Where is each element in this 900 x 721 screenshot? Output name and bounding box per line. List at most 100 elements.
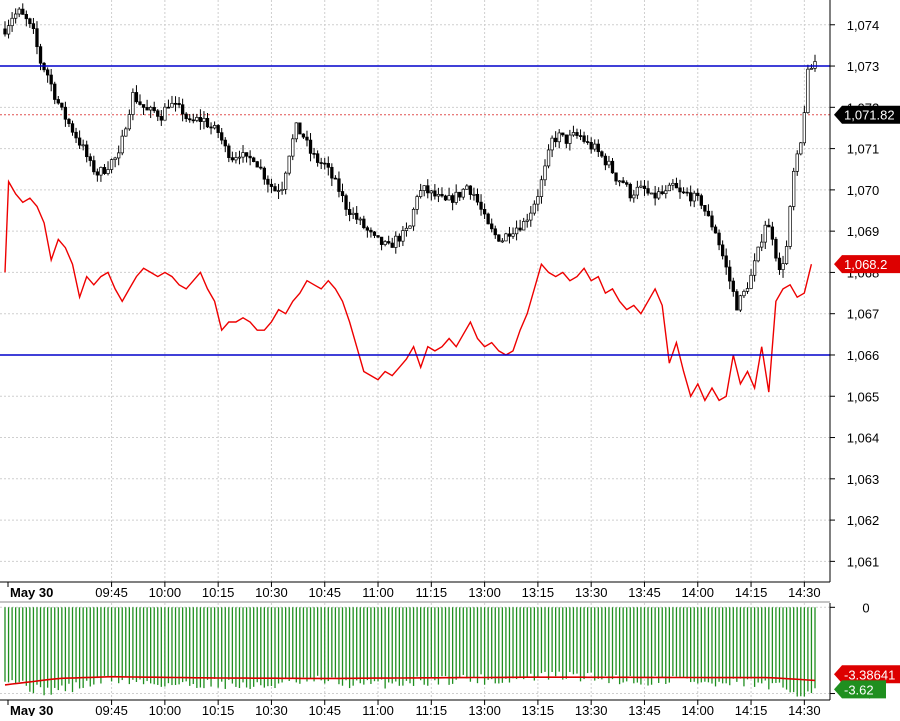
candle-body-down	[724, 255, 728, 268]
candle-body-down	[706, 210, 711, 217]
osc-x-tick-label: 11:15	[416, 703, 448, 716]
candle-body-down	[92, 160, 96, 173]
candle-body-down	[38, 46, 43, 64]
candle-body-down	[166, 106, 171, 109]
candle-body-down	[156, 110, 160, 117]
candle-body-down	[63, 106, 68, 120]
candle-body-up	[411, 208, 416, 227]
candle-body-down	[273, 186, 277, 192]
candle-body-down	[720, 244, 725, 257]
candle-body-down	[191, 119, 195, 122]
candle-body-down	[255, 161, 259, 168]
candle-body-up	[671, 182, 675, 186]
candle-body-up	[106, 169, 110, 174]
candle-body-up	[202, 117, 206, 122]
candle-body-up	[546, 149, 551, 167]
candle-body-up	[617, 180, 622, 183]
candle-body-down	[244, 152, 249, 157]
candle-body-down	[497, 234, 501, 242]
candle	[298, 122, 302, 135]
candle-body-down	[145, 107, 149, 111]
candle-body-down	[70, 123, 75, 133]
osc-x-tick-label: 10:15	[202, 703, 235, 716]
candle-body-down	[621, 180, 625, 183]
candle	[774, 236, 778, 262]
candle-body-down	[301, 133, 306, 138]
candle-body-down	[728, 266, 732, 282]
candle-body-down	[326, 163, 330, 168]
price-x-tick-label: 11:00	[362, 585, 394, 600]
price-chart[interactable]: 1,061 1,062 1,063 1,064 1,065 1,066 1,067 1,068…	[0, 0, 900, 718]
osc-x-tick-label: 13:15	[522, 703, 555, 716]
candle-body-up	[557, 132, 561, 143]
candle-body-up	[287, 155, 291, 174]
candle-body-down	[134, 92, 139, 103]
candle-body-down	[355, 212, 359, 220]
candle-body-down	[188, 118, 192, 121]
candle-body-up	[639, 185, 643, 188]
candle-body-up	[280, 188, 284, 191]
candle-body-down	[482, 208, 487, 215]
osc-x-tick-label: 14:30	[788, 703, 821, 716]
candle-body-down	[490, 223, 494, 230]
candle-body-down	[585, 141, 590, 143]
candle-body-up	[429, 190, 433, 194]
candle-body-up	[415, 196, 419, 210]
candle-body-up	[760, 241, 764, 248]
osc-x-tick-label: 14:15	[735, 703, 768, 716]
candle-body-up	[667, 184, 671, 192]
candle-body-up	[802, 112, 806, 144]
candle-body-down	[603, 155, 608, 166]
candle-body-down	[770, 226, 775, 240]
candle-body-down	[582, 135, 586, 142]
candle-body-up	[504, 233, 508, 242]
candle-body-down	[308, 139, 313, 154]
candle-body-down	[653, 192, 657, 199]
candle-body-up	[522, 221, 526, 231]
candle-body-up	[664, 190, 668, 194]
candle-body-down	[205, 117, 210, 128]
candle-body-up	[419, 190, 423, 197]
candle-body-down	[28, 18, 32, 25]
candle-body-up	[234, 157, 238, 161]
candle	[255, 160, 259, 168]
candle-body-down	[578, 135, 583, 137]
candle-body-down	[198, 117, 203, 122]
candle-body-up	[500, 240, 505, 243]
candle-body-up	[465, 185, 469, 190]
candle-body-down	[678, 187, 682, 193]
candle-body-up	[799, 142, 803, 155]
candle-body-down	[440, 193, 444, 197]
candle-body-down	[625, 182, 629, 185]
candle-body-down	[774, 238, 778, 259]
candle-body-up	[351, 212, 355, 215]
candle-body-down	[689, 192, 693, 202]
candle-body-up	[447, 195, 451, 201]
candle-body-up	[195, 117, 199, 121]
price-y-tick-label: 1,063	[847, 472, 880, 487]
candle-body-up	[436, 193, 441, 197]
osc-signal-badge-label: -3.38641	[844, 667, 895, 682]
price-x-tick-label: 13:45	[628, 585, 661, 600]
candle-body-up	[131, 92, 135, 115]
candle-body-down	[319, 162, 323, 164]
candle-body-up	[813, 61, 817, 69]
candle-body-up	[404, 227, 409, 231]
candle-body-down	[347, 209, 352, 215]
candle-body-down	[67, 118, 71, 125]
candle-body-down	[173, 102, 178, 105]
candle-body-down	[333, 177, 338, 180]
candle	[799, 141, 803, 156]
candle-body-up	[511, 233, 515, 237]
red-series-badge: 1,068.2	[834, 255, 900, 274]
osc-x-tick-label: 13:45	[628, 703, 661, 716]
price-y-tick-label: 1,071	[847, 142, 880, 157]
candle-body-up	[763, 224, 767, 243]
price-y-tick-label: 1,061	[847, 554, 880, 569]
candle	[806, 64, 810, 114]
candle-body-down	[589, 142, 593, 150]
candle-body-up	[593, 143, 597, 150]
candle-body-up	[795, 153, 799, 172]
candle-body-down	[3, 28, 7, 35]
chart-root: 1,061 1,062 1,063 1,064 1,065 1,066 1,067 1,068…	[0, 0, 900, 718]
